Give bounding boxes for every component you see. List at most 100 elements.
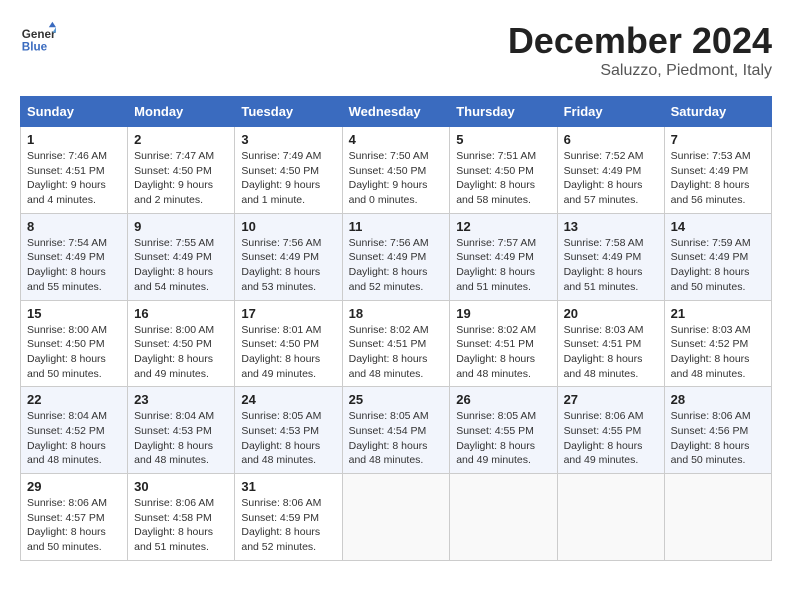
day-number: 8 xyxy=(27,219,121,234)
calendar-week-1: 1 Sunrise: 7:46 AMSunset: 4:51 PMDaylight… xyxy=(21,127,772,214)
day-number: 6 xyxy=(564,132,658,147)
day-number: 22 xyxy=(27,392,121,407)
day-number: 30 xyxy=(134,479,228,494)
day-number: 14 xyxy=(671,219,765,234)
day-number: 31 xyxy=(241,479,335,494)
calendar-day-1: 1 Sunrise: 7:46 AMSunset: 4:51 PMDaylight… xyxy=(21,127,128,214)
day-info: Sunrise: 7:53 AMSunset: 4:49 PMDaylight:… xyxy=(671,150,751,206)
calendar-day-24: 24Sunrise: 8:05 AMSunset: 4:53 PMDayligh… xyxy=(235,387,342,474)
calendar-day-3: 3Sunrise: 7:49 AMSunset: 4:50 PMDaylight… xyxy=(235,127,342,214)
header-tuesday: Tuesday xyxy=(235,97,342,127)
day-number: 28 xyxy=(671,392,765,407)
calendar-day-17: 17Sunrise: 8:01 AMSunset: 4:50 PMDayligh… xyxy=(235,300,342,387)
calendar-day-16: 16 Sunrise: 8:00 AMSunset: 4:50 PMDayligh… xyxy=(128,300,235,387)
day-number: 13 xyxy=(564,219,658,234)
empty-cell xyxy=(664,474,771,561)
day-number: 29 xyxy=(27,479,121,494)
svg-text:Blue: Blue xyxy=(22,41,48,54)
day-number: 19 xyxy=(456,306,550,321)
day-number: 21 xyxy=(671,306,765,321)
month-title: December 2024 xyxy=(508,20,772,62)
day-info: Sunrise: 7:51 AMSunset: 4:50 PMDaylight:… xyxy=(456,150,536,206)
calendar-day-19: 19Sunrise: 8:02 AMSunset: 4:51 PMDayligh… xyxy=(450,300,557,387)
calendar-day-14: 14 Sunrise: 7:59 AMSunset: 4:49 PMDayligh… xyxy=(664,213,771,300)
calendar-day-5: 5Sunrise: 7:51 AMSunset: 4:50 PMDaylight… xyxy=(450,127,557,214)
calendar-week-3: 15 Sunrise: 8:00 AMSunset: 4:50 PMDayligh… xyxy=(21,300,772,387)
calendar-week-5: 29 Sunrise: 8:06 AMSunset: 4:57 PMDayligh… xyxy=(21,474,772,561)
calendar-day-15: 15 Sunrise: 8:00 AMSunset: 4:50 PMDayligh… xyxy=(21,300,128,387)
logo: General Blue xyxy=(20,20,56,56)
calendar-day-13: 13 Sunrise: 7:58 AMSunset: 4:49 PMDayligh… xyxy=(557,213,664,300)
header-monday: Monday xyxy=(128,97,235,127)
day-number: 18 xyxy=(349,306,444,321)
page-header: General Blue December 2024 Saluzzo, Pied… xyxy=(20,20,772,80)
calendar-day-25: 25 Sunrise: 8:05 AMSunset: 4:54 PMDayligh… xyxy=(342,387,450,474)
calendar-week-2: 8 Sunrise: 7:54 AMSunset: 4:49 PMDaylight… xyxy=(21,213,772,300)
day-info: Sunrise: 8:06 AMSunset: 4:57 PMDaylight:… xyxy=(27,497,107,553)
calendar-day-30: 30 Sunrise: 8:06 AMSunset: 4:58 PMDayligh… xyxy=(128,474,235,561)
day-info: Sunrise: 8:04 AMSunset: 4:52 PMDaylight:… xyxy=(27,410,107,466)
day-info: Sunrise: 7:54 AMSunset: 4:49 PMDaylight:… xyxy=(27,237,107,293)
day-info: Sunrise: 7:56 AMSunset: 4:49 PMDaylight:… xyxy=(241,237,321,293)
day-info: Sunrise: 8:00 AMSunset: 4:50 PMDaylight:… xyxy=(134,324,214,380)
day-number: 26 xyxy=(456,392,550,407)
day-info: Sunrise: 7:59 AMSunset: 4:49 PMDaylight:… xyxy=(671,237,751,293)
calendar-day-20: 20Sunrise: 8:03 AMSunset: 4:51 PMDayligh… xyxy=(557,300,664,387)
day-info: Sunrise: 8:06 AMSunset: 4:56 PMDaylight:… xyxy=(671,410,751,466)
header-row: SundayMondayTuesdayWednesdayThursdayFrid… xyxy=(21,97,772,127)
day-number: 1 xyxy=(27,132,121,147)
location-subtitle: Saluzzo, Piedmont, Italy xyxy=(508,62,772,80)
calendar-day-12: 12 Sunrise: 7:57 AMSunset: 4:49 PMDayligh… xyxy=(450,213,557,300)
calendar-day-23: 23 Sunrise: 8:04 AMSunset: 4:53 PMDayligh… xyxy=(128,387,235,474)
calendar-day-29: 29 Sunrise: 8:06 AMSunset: 4:57 PMDayligh… xyxy=(21,474,128,561)
day-info: Sunrise: 8:02 AMSunset: 4:51 PMDaylight:… xyxy=(349,324,429,380)
calendar-day-21: 21Sunrise: 8:03 AMSunset: 4:52 PMDayligh… xyxy=(664,300,771,387)
day-info: Sunrise: 7:46 AMSunset: 4:51 PMDaylight:… xyxy=(27,150,107,206)
calendar-day-27: 27 Sunrise: 8:06 AMSunset: 4:55 PMDayligh… xyxy=(557,387,664,474)
day-info: Sunrise: 7:52 AMSunset: 4:49 PMDaylight:… xyxy=(564,150,644,206)
calendar-day-10: 10 Sunrise: 7:56 AMSunset: 4:49 PMDayligh… xyxy=(235,213,342,300)
header-sunday: Sunday xyxy=(21,97,128,127)
calendar-day-8: 8 Sunrise: 7:54 AMSunset: 4:49 PMDaylight… xyxy=(21,213,128,300)
calendar-day-7: 7 Sunrise: 7:53 AMSunset: 4:49 PMDaylight… xyxy=(664,127,771,214)
calendar-day-4: 4Sunrise: 7:50 AMSunset: 4:50 PMDaylight… xyxy=(342,127,450,214)
header-wednesday: Wednesday xyxy=(342,97,450,127)
day-info: Sunrise: 8:05 AMSunset: 4:54 PMDaylight:… xyxy=(349,410,429,466)
calendar-day-26: 26 Sunrise: 8:05 AMSunset: 4:55 PMDayligh… xyxy=(450,387,557,474)
day-info: Sunrise: 7:57 AMSunset: 4:49 PMDaylight:… xyxy=(456,237,536,293)
day-info: Sunrise: 8:06 AMSunset: 4:55 PMDaylight:… xyxy=(564,410,644,466)
day-number: 15 xyxy=(27,306,121,321)
day-info: Sunrise: 7:56 AMSunset: 4:49 PMDaylight:… xyxy=(349,237,429,293)
logo-icon: General Blue xyxy=(20,20,56,56)
day-info: Sunrise: 8:06 AMSunset: 4:58 PMDaylight:… xyxy=(134,497,214,553)
day-info: Sunrise: 7:50 AMSunset: 4:50 PMDaylight:… xyxy=(349,150,429,206)
day-number: 9 xyxy=(134,219,228,234)
empty-cell xyxy=(342,474,450,561)
day-info: Sunrise: 7:58 AMSunset: 4:49 PMDaylight:… xyxy=(564,237,644,293)
calendar-day-28: 28 Sunrise: 8:06 AMSunset: 4:56 PMDayligh… xyxy=(664,387,771,474)
day-number: 2 xyxy=(134,132,228,147)
day-info: Sunrise: 8:03 AMSunset: 4:51 PMDaylight:… xyxy=(564,324,644,380)
empty-cell xyxy=(450,474,557,561)
day-number: 27 xyxy=(564,392,658,407)
day-number: 24 xyxy=(241,392,335,407)
title-area: December 2024 Saluzzo, Piedmont, Italy xyxy=(508,20,772,80)
day-info: Sunrise: 8:00 AMSunset: 4:50 PMDaylight:… xyxy=(27,324,107,380)
header-friday: Friday xyxy=(557,97,664,127)
day-info: Sunrise: 8:04 AMSunset: 4:53 PMDaylight:… xyxy=(134,410,214,466)
calendar-table: SundayMondayTuesdayWednesdayThursdayFrid… xyxy=(20,96,772,561)
day-number: 10 xyxy=(241,219,335,234)
calendar-day-6: 6 Sunrise: 7:52 AMSunset: 4:49 PMDaylight… xyxy=(557,127,664,214)
header-thursday: Thursday xyxy=(450,97,557,127)
day-number: 12 xyxy=(456,219,550,234)
day-number: 25 xyxy=(349,392,444,407)
day-info: Sunrise: 7:47 AMSunset: 4:50 PMDaylight:… xyxy=(134,150,214,206)
day-number: 7 xyxy=(671,132,765,147)
day-number: 16 xyxy=(134,306,228,321)
day-number: 3 xyxy=(241,132,335,147)
calendar-day-2: 2 Sunrise: 7:47 AMSunset: 4:50 PMDaylight… xyxy=(128,127,235,214)
empty-cell xyxy=(557,474,664,561)
day-info: Sunrise: 7:55 AMSunset: 4:49 PMDaylight:… xyxy=(134,237,214,293)
day-info: Sunrise: 8:05 AMSunset: 4:55 PMDaylight:… xyxy=(456,410,536,466)
day-number: 23 xyxy=(134,392,228,407)
